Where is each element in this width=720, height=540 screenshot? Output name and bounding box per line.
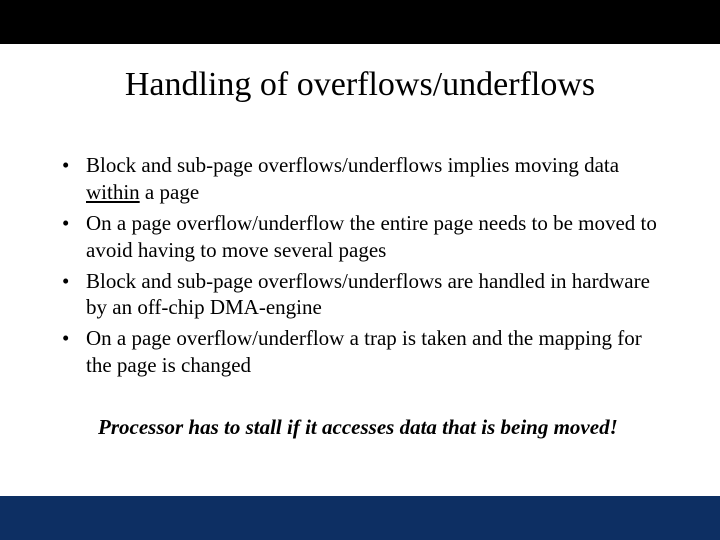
slide-title: Handling of overflows/underflows — [0, 66, 720, 104]
list-item: On a page overflow/underflow a trap is t… — [58, 325, 662, 379]
bullet-text-underline: within — [86, 180, 140, 204]
list-item: Block and sub-page overflows/underflows … — [58, 268, 662, 322]
top-bar — [0, 0, 720, 44]
list-item: On a page overflow/underflow the entire … — [58, 210, 662, 264]
bullet-text-pre: Block and sub-page overflows/underflows … — [86, 153, 619, 177]
bullet-text-post: a page — [140, 180, 199, 204]
slide-footnote: Processor has to stall if it accesses da… — [98, 415, 622, 440]
bottom-bar — [0, 496, 720, 540]
slide-content: Block and sub-page overflows/underflows … — [58, 152, 662, 440]
bullet-text-pre: Block and sub-page overflows/underflows … — [86, 269, 650, 320]
bullet-list: Block and sub-page overflows/underflows … — [58, 152, 662, 379]
bullet-text-pre: On a page overflow/underflow the entire … — [86, 211, 657, 262]
list-item: Block and sub-page overflows/underflows … — [58, 152, 662, 206]
bullet-text-pre: On a page overflow/underflow a trap is t… — [86, 326, 642, 377]
